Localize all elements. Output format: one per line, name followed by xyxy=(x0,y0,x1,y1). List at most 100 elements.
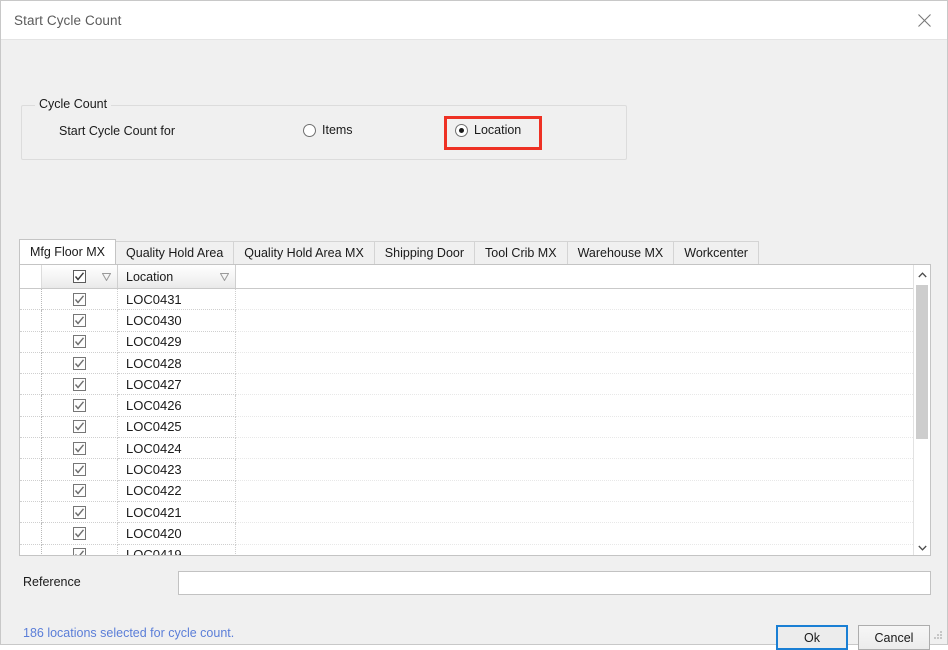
start-cycle-count-for-label: Start Cycle Count for xyxy=(59,124,176,138)
table-row[interactable]: LOC0420 xyxy=(20,523,913,545)
grid-header-empty-cell xyxy=(236,265,913,288)
row-select-cell[interactable] xyxy=(42,289,118,311)
row-checkbox[interactable] xyxy=(73,548,86,555)
row-location-cell: LOC0426 xyxy=(118,395,236,417)
row-checkbox[interactable] xyxy=(73,356,86,370)
row-location-cell: LOC0429 xyxy=(118,331,236,353)
radio-items-label: Items xyxy=(322,123,353,137)
radio-location-indicator xyxy=(455,123,468,137)
table-row[interactable]: LOC0424 xyxy=(20,438,913,460)
dialog-body: Cycle Count Start Cycle Count for Items … xyxy=(1,40,947,650)
tab-shipping-door[interactable]: Shipping Door xyxy=(373,241,476,264)
grid-header-select-all-cell[interactable] xyxy=(42,265,118,288)
row-location-cell: LOC0427 xyxy=(118,374,236,396)
row-checkbox[interactable] xyxy=(73,292,86,306)
location-filter-icon[interactable] xyxy=(219,270,230,284)
row-location-cell: LOC0430 xyxy=(118,310,236,332)
location-type-tabs: Mfg Floor MX Quality Hold Area Quality H… xyxy=(19,239,931,264)
tab-quality-hold-area[interactable]: Quality Hold Area xyxy=(115,241,235,264)
row-gutter xyxy=(20,480,42,502)
row-select-cell[interactable] xyxy=(42,480,118,502)
row-location-cell: LOC0431 xyxy=(118,289,236,311)
radio-option-location[interactable]: Location xyxy=(455,123,521,137)
resize-grip-icon[interactable] xyxy=(932,629,944,641)
scrollbar-up-button[interactable] xyxy=(914,265,930,282)
row-location-cell: LOC0425 xyxy=(118,416,236,439)
reference-input[interactable] xyxy=(178,571,931,595)
table-row[interactable]: LOC0428 xyxy=(20,352,913,375)
ok-button[interactable]: Ok xyxy=(776,625,848,650)
table-row[interactable]: LOC0425 xyxy=(20,416,913,439)
table-row[interactable]: LOC0431 xyxy=(20,289,913,311)
row-select-cell[interactable] xyxy=(42,438,118,460)
row-empty-cell xyxy=(236,310,913,332)
row-select-cell[interactable] xyxy=(42,501,118,524)
row-checkbox[interactable] xyxy=(73,313,86,327)
row-select-cell[interactable] xyxy=(42,310,118,332)
row-gutter xyxy=(20,459,42,481)
row-empty-cell xyxy=(236,374,913,396)
row-select-cell[interactable] xyxy=(42,416,118,439)
row-location-cell: LOC0422 xyxy=(118,480,236,502)
close-icon xyxy=(917,13,931,27)
grid-header-location-cell[interactable]: Location xyxy=(118,265,236,288)
row-empty-cell xyxy=(236,289,913,311)
row-empty-cell xyxy=(236,459,913,481)
row-checkbox[interactable] xyxy=(73,505,86,519)
locations-grid-body: Location LOC0431 LOC0430 LOC0429 LOC0428 LOC… xyxy=(20,265,913,555)
tab-quality-hold-area-mx[interactable]: Quality Hold Area MX xyxy=(233,241,375,264)
table-row[interactable]: LOC0430 xyxy=(20,310,913,332)
select-all-filter-icon[interactable] xyxy=(101,270,112,284)
row-select-cell[interactable] xyxy=(42,544,118,555)
row-checkbox[interactable] xyxy=(73,420,86,434)
row-empty-cell xyxy=(236,502,913,524)
scrollbar-track[interactable] xyxy=(914,282,930,538)
row-gutter xyxy=(20,289,42,311)
row-checkbox[interactable] xyxy=(73,526,86,540)
row-checkbox[interactable] xyxy=(73,335,86,349)
select-all-checkbox[interactable] xyxy=(73,270,86,283)
row-empty-cell xyxy=(236,481,913,502)
scrollbar-thumb[interactable] xyxy=(916,285,928,439)
row-location-cell: LOC0420 xyxy=(118,523,236,545)
row-select-cell[interactable] xyxy=(42,374,118,396)
row-checkbox[interactable] xyxy=(73,484,86,498)
table-row[interactable]: LOC0421 xyxy=(20,501,913,524)
table-row[interactable]: LOC0419 xyxy=(20,544,913,555)
row-gutter xyxy=(20,501,42,524)
radio-option-items[interactable]: Items xyxy=(303,123,353,137)
reference-label: Reference xyxy=(23,575,81,589)
radio-items-indicator xyxy=(303,123,316,137)
table-row[interactable]: LOC0423 xyxy=(20,459,913,481)
table-row[interactable]: LOC0426 xyxy=(20,395,913,417)
row-gutter xyxy=(20,416,42,439)
table-row[interactable]: LOC0427 xyxy=(20,374,913,396)
row-location-cell: LOC0428 xyxy=(118,352,236,375)
table-row[interactable]: LOC0429 xyxy=(20,331,913,353)
tab-workcenter[interactable]: Workcenter xyxy=(673,241,759,264)
row-select-cell[interactable] xyxy=(42,459,118,481)
grid-row-list: LOC0431 LOC0430 LOC0429 LOC0428 LOC0427 LOC04… xyxy=(20,289,913,555)
tab-mfg-floor-mx[interactable]: Mfg Floor MX xyxy=(19,239,117,264)
close-button[interactable] xyxy=(901,1,947,39)
scrollbar-down-button[interactable] xyxy=(914,538,930,555)
row-location-cell: LOC0424 xyxy=(118,438,236,460)
row-checkbox[interactable] xyxy=(73,463,86,477)
grid-header-gutter xyxy=(20,265,42,288)
tab-warehouse-mx[interactable]: Warehouse MX xyxy=(566,241,675,264)
table-row[interactable]: LOC0422 xyxy=(20,480,913,502)
tab-tool-crib-mx[interactable]: Tool Crib MX xyxy=(474,241,568,264)
chevron-down-icon xyxy=(917,540,927,554)
row-select-cell[interactable] xyxy=(42,523,118,545)
chevron-up-icon xyxy=(917,267,927,281)
row-select-cell[interactable] xyxy=(42,395,118,417)
grid-header-row: Location xyxy=(20,265,913,289)
row-select-cell[interactable] xyxy=(42,331,118,353)
row-empty-cell xyxy=(236,417,913,439)
row-checkbox[interactable] xyxy=(73,399,86,413)
grid-vertical-scrollbar[interactable] xyxy=(913,265,930,555)
cancel-button[interactable]: Cancel xyxy=(858,625,930,650)
row-checkbox[interactable] xyxy=(73,441,86,455)
row-select-cell[interactable] xyxy=(42,352,118,375)
row-checkbox[interactable] xyxy=(73,377,86,391)
